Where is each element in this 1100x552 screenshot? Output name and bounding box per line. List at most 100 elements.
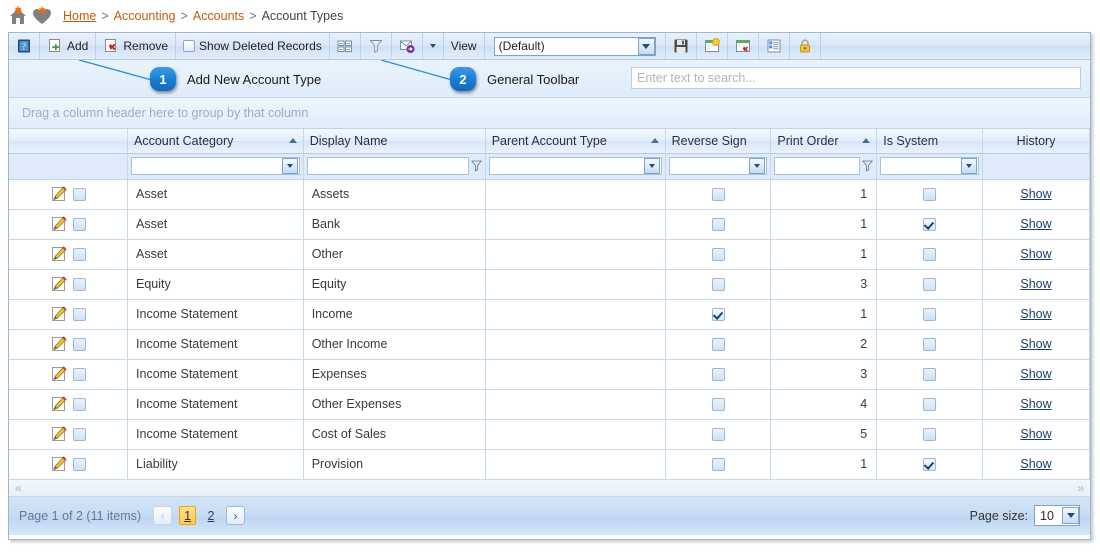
reverse-sign-checkbox[interactable] — [711, 247, 725, 261]
edit-pencil-icon[interactable] — [51, 275, 68, 293]
history-show-link[interactable]: Show — [1020, 427, 1051, 441]
table-row[interactable]: Income Statement Expenses 3 Show — [9, 359, 1090, 390]
is-system-checkbox[interactable] — [923, 247, 937, 261]
is-system-checkbox[interactable] — [923, 457, 937, 471]
delete-view-button[interactable] — [728, 33, 759, 59]
view-properties-button[interactable] — [759, 33, 790, 59]
table-row[interactable]: Asset Other 1 Show — [9, 239, 1090, 270]
reverse-sign-checkbox[interactable] — [711, 367, 725, 381]
scroll-right-icon[interactable]: » — [1077, 481, 1084, 495]
edit-pencil-icon[interactable] — [51, 215, 68, 233]
filter-combo-account-category[interactable] — [131, 157, 300, 175]
edit-pencil-icon[interactable] — [51, 185, 68, 203]
pager-page-2[interactable]: 2 — [203, 506, 219, 525]
reverse-sign-checkbox[interactable] — [711, 427, 725, 441]
history-show-link[interactable]: Show — [1020, 247, 1051, 261]
history-show-link[interactable]: Show — [1020, 277, 1051, 291]
export-button[interactable] — [392, 33, 423, 59]
edit-pencil-icon[interactable] — [51, 305, 68, 323]
show-deleted-checkbox[interactable] — [183, 40, 196, 52]
is-system-checkbox[interactable] — [923, 367, 937, 381]
scroll-left-icon[interactable]: « — [15, 481, 22, 495]
is-system-checkbox[interactable] — [923, 187, 937, 201]
view-select[interactable]: (Default) — [493, 36, 656, 56]
history-show-link[interactable]: Show — [1020, 217, 1051, 231]
table-row[interactable]: Income Statement Other Expenses 4 Show — [9, 389, 1090, 420]
new-view-button[interactable] — [697, 33, 728, 59]
reverse-sign-checkbox[interactable] — [711, 217, 725, 231]
filter-combo-parent-account-type[interactable] — [488, 157, 662, 175]
export-dropdown-button[interactable] — [423, 33, 444, 59]
edit-pencil-icon[interactable] — [51, 365, 68, 383]
row-select-checkbox[interactable] — [72, 187, 86, 201]
reverse-sign-checkbox[interactable] — [711, 187, 725, 201]
table-row[interactable]: Income Statement Cost of Sales 5 Show — [9, 419, 1090, 450]
edit-pencil-icon[interactable] — [51, 335, 68, 353]
help-button[interactable]: ? — [9, 33, 40, 59]
reverse-sign-checkbox[interactable] — [711, 457, 725, 471]
edit-pencil-icon[interactable] — [51, 245, 68, 263]
column-header-display-name[interactable]: Display Name — [303, 129, 486, 154]
row-select-checkbox[interactable] — [72, 217, 86, 231]
breadcrumb-home[interactable]: Home — [63, 9, 96, 23]
lock-button[interactable] — [790, 33, 821, 59]
row-select-checkbox[interactable] — [72, 277, 86, 291]
is-system-checkbox[interactable] — [923, 337, 937, 351]
horizontal-scrollbar[interactable]: « » — [9, 479, 1090, 497]
search-input[interactable]: Enter text to search... — [631, 67, 1081, 89]
breadcrumb-accounts[interactable]: Accounts — [193, 9, 244, 23]
column-header-reverse-sign[interactable]: Reverse Sign — [665, 129, 772, 154]
table-row[interactable]: Income Statement Other Income 2 Show — [9, 329, 1090, 360]
table-row[interactable]: Asset Bank 1 Show — [9, 209, 1090, 240]
filter-combo-arrow[interactable] — [643, 158, 660, 174]
column-header-is-system[interactable]: Is System — [876, 129, 984, 154]
table-row[interactable]: Asset Assets 1 Show — [9, 179, 1090, 210]
column-chooser-button[interactable] — [330, 33, 361, 59]
row-select-checkbox[interactable] — [72, 367, 86, 381]
is-system-checkbox[interactable] — [923, 427, 937, 441]
row-select-checkbox[interactable] — [72, 307, 86, 321]
save-view-button[interactable] — [666, 33, 697, 59]
column-header-history[interactable]: History — [982, 129, 1090, 154]
edit-pencil-icon[interactable] — [51, 395, 68, 413]
edit-pencil-icon[interactable] — [51, 425, 68, 443]
history-show-link[interactable]: Show — [1020, 187, 1051, 201]
row-select-checkbox[interactable] — [72, 397, 86, 411]
filter-button[interactable] — [361, 33, 392, 59]
is-system-checkbox[interactable] — [923, 217, 937, 231]
filter-input-print-order[interactable] — [774, 157, 861, 175]
table-row[interactable]: Equity Equity 3 Show — [9, 269, 1090, 300]
pager-page-1[interactable]: 1 — [179, 506, 197, 525]
page-size-arrow[interactable] — [1062, 507, 1079, 524]
column-header-print-order[interactable]: Print Order — [770, 129, 878, 154]
edit-pencil-icon[interactable] — [51, 455, 68, 473]
filter-input-display-name[interactable] — [306, 157, 469, 175]
column-header-account-category[interactable]: Account Category — [127, 129, 304, 154]
page-size-select[interactable]: 10 — [1034, 505, 1080, 526]
is-system-checkbox[interactable] — [923, 397, 937, 411]
row-select-checkbox[interactable] — [72, 427, 86, 441]
is-system-checkbox[interactable] — [923, 307, 937, 321]
history-show-link[interactable]: Show — [1020, 457, 1051, 471]
table-row[interactable]: Income Statement Income 1 Show — [9, 299, 1090, 330]
reverse-sign-checkbox[interactable] — [711, 307, 725, 321]
row-select-checkbox[interactable] — [72, 457, 86, 471]
filter-funnel-icon[interactable] — [470, 160, 482, 172]
history-show-link[interactable]: Show — [1020, 337, 1051, 351]
pager-next-button[interactable]: › — [226, 506, 246, 525]
filter-combo-is-system[interactable] — [880, 157, 980, 175]
filter-combo-arrow[interactable] — [749, 158, 766, 174]
reverse-sign-checkbox[interactable] — [711, 397, 725, 411]
breadcrumb-accounting[interactable]: Accounting — [114, 9, 176, 23]
filter-combo-arrow[interactable] — [961, 158, 978, 174]
history-show-link[interactable]: Show — [1020, 367, 1051, 381]
history-show-link[interactable]: Show — [1020, 307, 1051, 321]
reverse-sign-checkbox[interactable] — [711, 277, 725, 291]
filter-funnel-icon[interactable] — [862, 160, 874, 172]
is-system-checkbox[interactable] — [923, 277, 937, 291]
column-header-parent-account-type[interactable]: Parent Account Type — [485, 129, 666, 154]
history-show-link[interactable]: Show — [1020, 397, 1051, 411]
remove-button[interactable]: Remove — [96, 33, 177, 59]
row-select-checkbox[interactable] — [72, 247, 86, 261]
row-select-checkbox[interactable] — [72, 337, 86, 351]
